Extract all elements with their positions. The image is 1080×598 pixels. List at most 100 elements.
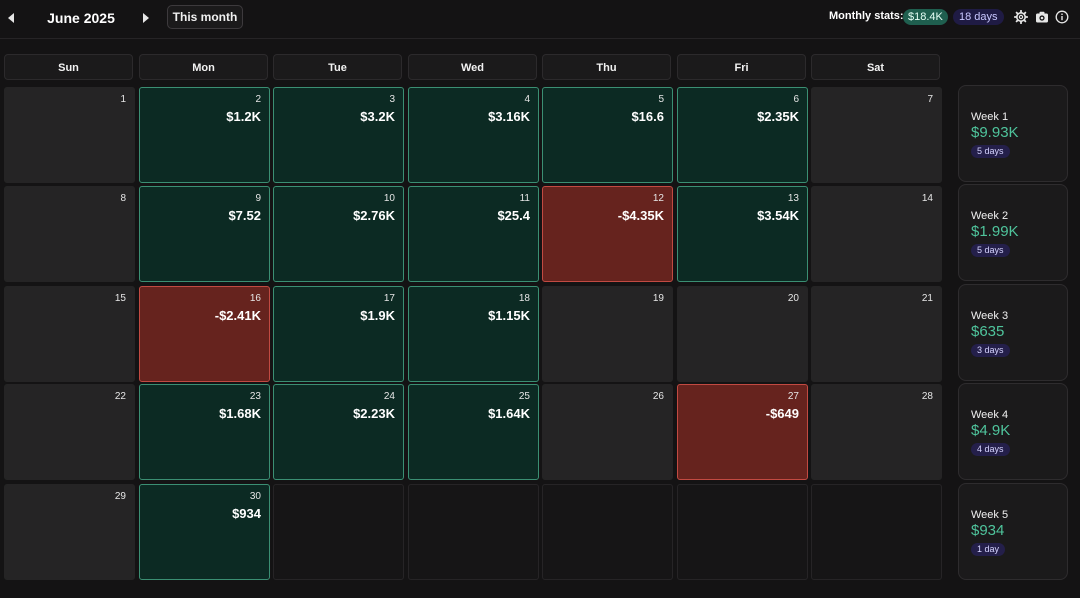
week-summary-card[interactable]: Week 2 $1.99K 5 days — [958, 184, 1068, 281]
calendar-day-cell[interactable]: 2 $1.2K — [139, 87, 270, 183]
weekday-header-mon: Mon — [139, 54, 268, 80]
week-summary-card[interactable]: Week 1 $9.93K 5 days — [958, 85, 1068, 182]
monthly-days-badge: 18 days — [953, 9, 1004, 25]
prev-month-button[interactable] — [4, 11, 18, 25]
calendar-day-cell[interactable]: 30 $934 — [139, 484, 270, 580]
day-number: 7 — [927, 94, 933, 105]
calendar-day-cell[interactable]: 20 — [677, 286, 808, 382]
monthly-stats-label: Monthly stats: — [829, 10, 904, 22]
day-number: 11 — [519, 193, 530, 204]
calendar-day-cell[interactable]: 23 $1.68K — [139, 384, 270, 480]
calendar-day-cell[interactable]: 6 $2.35K — [677, 87, 808, 183]
calendar-day-cell[interactable]: 1 — [4, 87, 135, 183]
week-days-badge: 5 days — [971, 244, 1010, 257]
day-pnl-amount: $1.68K — [219, 406, 261, 421]
day-number: 16 — [249, 293, 261, 304]
week-total-amount: $934 — [971, 522, 1005, 539]
calendar-day-cell[interactable]: 19 — [542, 286, 673, 382]
day-number: 26 — [652, 391, 664, 402]
info-icon[interactable] — [1055, 10, 1069, 24]
week-total-amount: $635 — [971, 323, 1005, 340]
camera-icon[interactable] — [1035, 10, 1049, 24]
calendar-day-cell[interactable]: 16 -$2.41K — [139, 286, 270, 382]
day-pnl-amount: $2.35K — [757, 109, 799, 124]
calendar-day-cell[interactable]: 18 $1.15K — [408, 286, 539, 382]
day-pnl-amount: $2.76K — [353, 208, 395, 223]
week-days-badge: 3 days — [971, 344, 1010, 357]
day-number: 28 — [921, 391, 933, 402]
calendar-cell-empty — [273, 484, 404, 580]
calendar-day-cell[interactable]: 21 — [811, 286, 942, 382]
calendar-day-cell[interactable]: 26 — [542, 384, 673, 480]
next-month-button[interactable] — [139, 11, 153, 25]
calendar-day-cell[interactable]: 25 $1.64K — [408, 384, 539, 480]
calendar-day-cell[interactable]: 8 — [4, 186, 135, 282]
calendar-day-cell[interactable]: 24 $2.23K — [273, 384, 404, 480]
weekday-header-wed: Wed — [408, 54, 537, 80]
calendar-cell-empty — [408, 484, 539, 580]
calendar-day-cell[interactable]: 29 — [4, 484, 135, 580]
day-pnl-amount: $3.54K — [757, 208, 799, 223]
weekday-header-fri: Fri — [677, 54, 806, 80]
weekday-header-sat: Sat — [811, 54, 940, 80]
day-number: 15 — [114, 293, 126, 304]
day-number: 4 — [524, 94, 530, 105]
calendar-day-cell[interactable]: 9 $7.52 — [139, 186, 270, 282]
day-number: 22 — [114, 391, 126, 402]
top-toolbar: June 2025 This month Monthly stats: $18.… — [0, 0, 1080, 39]
day-number: 10 — [383, 193, 395, 204]
week-summary-card[interactable]: Week 3 $635 3 days — [958, 284, 1068, 381]
calendar-day-cell[interactable]: 27 -$649 — [677, 384, 808, 480]
next-arrow-icon — [143, 13, 149, 23]
day-number: 30 — [249, 491, 261, 502]
day-pnl-amount: $3.2K — [360, 109, 395, 124]
calendar-day-cell[interactable]: 7 — [811, 87, 942, 183]
week-days-badge: 1 day — [971, 543, 1006, 556]
calendar-cell-empty — [677, 484, 808, 580]
calendar-day-cell[interactable]: 14 — [811, 186, 942, 282]
day-number: 29 — [114, 491, 126, 502]
calendar-day-cell[interactable]: 13 $3.54K — [677, 186, 808, 282]
day-pnl-amount: $1.9K — [360, 308, 395, 323]
gear-icon[interactable] — [1013, 9, 1029, 25]
week-days-badge: 5 days — [971, 145, 1010, 158]
day-number: 24 — [383, 391, 395, 402]
week-total-amount: $9.93K — [971, 124, 1019, 141]
calendar-day-cell[interactable]: 28 — [811, 384, 942, 480]
week-total-amount: $4.9K — [971, 422, 1011, 439]
weekday-header-sun: Sun — [4, 54, 133, 80]
this-month-button[interactable]: This month — [167, 5, 243, 29]
day-pnl-amount: $934 — [232, 506, 261, 521]
calendar-day-cell[interactable]: 15 — [4, 286, 135, 382]
week-label: Week 5 — [971, 509, 1009, 521]
calendar-day-cell[interactable]: 10 $2.76K — [273, 186, 404, 282]
calendar-day-cell[interactable]: 3 $3.2K — [273, 87, 404, 183]
calendar-cell-empty — [811, 484, 942, 580]
week-total-amount: $1.99K — [971, 223, 1019, 240]
week-label: Week 1 — [971, 111, 1009, 123]
day-number: 1 — [120, 94, 126, 105]
calendar-cell-empty — [542, 484, 673, 580]
calendar-day-cell[interactable]: 11 $25.4 — [408, 186, 539, 282]
day-pnl-amount: $3.16K — [488, 109, 530, 124]
week-summary-card[interactable]: Week 5 $934 1 day — [958, 483, 1068, 580]
calendar-day-cell[interactable]: 22 — [4, 384, 135, 480]
day-number: 9 — [255, 193, 261, 204]
day-number: 25 — [518, 391, 530, 402]
day-number: 2 — [255, 94, 261, 105]
calendar-day-cell[interactable]: 4 $3.16K — [408, 87, 539, 183]
day-pnl-amount: $25.4 — [497, 208, 530, 223]
day-number: 12 — [652, 193, 664, 204]
calendar-day-cell[interactable]: 12 -$4.35K — [542, 186, 673, 282]
day-number: 23 — [249, 391, 261, 402]
calendar-day-cell[interactable]: 17 $1.9K — [273, 286, 404, 382]
day-pnl-amount: -$649 — [765, 406, 799, 421]
day-number: 8 — [120, 193, 126, 204]
day-pnl-amount: $1.64K — [488, 406, 530, 421]
day-number: 18 — [518, 293, 530, 304]
week-label: Week 2 — [971, 210, 1009, 222]
calendar-day-cell[interactable]: 5 $16.6 — [542, 87, 673, 183]
week-summary-card[interactable]: Week 4 $4.9K 4 days — [958, 383, 1068, 480]
day-number: 13 — [787, 193, 799, 204]
day-pnl-amount: $2.23K — [353, 406, 395, 421]
